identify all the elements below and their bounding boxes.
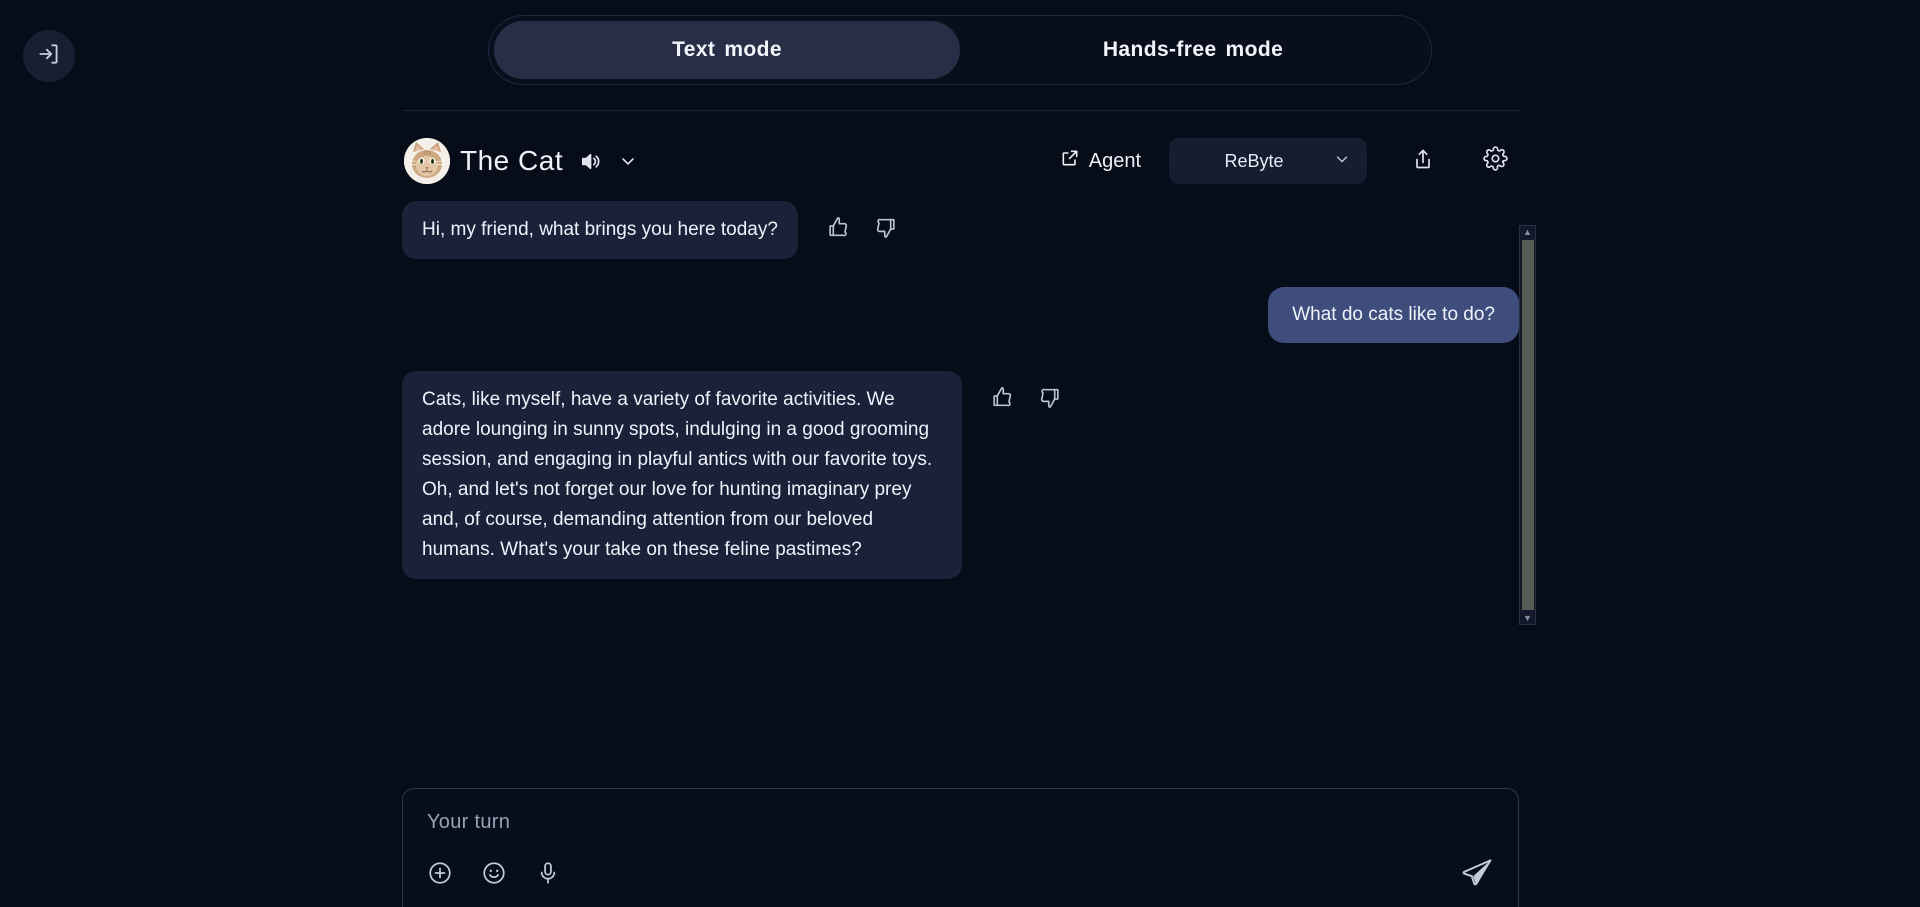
message-row-user: What do cats like to do? [402, 287, 1519, 343]
mode-tab-text[interactable]: Text mode [494, 21, 960, 79]
volume-icon[interactable] [579, 150, 602, 173]
add-attachment-icon[interactable] [427, 860, 453, 886]
mode-toggle[interactable]: Text mode Hands-free mode [488, 15, 1432, 85]
chat-header: The Cat Agent ReByte [402, 133, 1519, 189]
share-icon [1411, 147, 1435, 176]
composer-toolbar [427, 860, 1494, 886]
share-button[interactable] [1401, 139, 1445, 183]
mode-tab-text-suffix: mode [724, 38, 782, 61]
chevron-down-icon [1333, 150, 1351, 173]
message-composer[interactable]: Your turn [402, 788, 1519, 907]
gear-icon [1482, 146, 1508, 176]
thumbs-up-icon[interactable] [826, 215, 851, 240]
thumbs-down-icon[interactable] [873, 215, 898, 240]
message-reactions [826, 201, 898, 240]
settings-button[interactable] [1473, 139, 1517, 183]
scroll-up-arrow-icon[interactable]: ▲ [1523, 226, 1532, 238]
thumbs-down-icon[interactable] [1037, 385, 1062, 410]
mode-tab-handsfree-suffix: mode [1225, 38, 1284, 61]
header-divider [402, 110, 1519, 111]
microphone-icon[interactable] [535, 860, 561, 886]
exit-icon [36, 41, 62, 72]
message-scrollbar[interactable]: ▲ ▼ [1519, 225, 1536, 625]
model-select[interactable]: ReByte [1169, 138, 1367, 184]
scroll-down-arrow-icon[interactable]: ▼ [1523, 612, 1532, 624]
emoji-icon[interactable] [481, 860, 507, 886]
mode-tab-handsfree-label: Hands-free [1102, 38, 1217, 61]
exit-button[interactable] [23, 30, 75, 82]
chevron-down-icon[interactable] [618, 151, 638, 171]
thumbs-up-icon[interactable] [990, 385, 1015, 410]
message-bubble: What do cats like to do? [1268, 287, 1519, 343]
chat-app: Text mode Hands-free mode The Cat Agent … [0, 0, 1920, 907]
send-button[interactable] [1460, 856, 1494, 895]
mode-tab-text-label: Text [672, 38, 716, 61]
message-list: Hi, my friend, what brings you here toda… [402, 201, 1519, 601]
message-bubble: Hi, my friend, what brings you here toda… [402, 201, 798, 259]
message-row-bot: Cats, like myself, have a variety of fav… [402, 371, 1519, 579]
agent-button-label: Agent [1088, 149, 1141, 172]
chat-main: The Cat Agent ReByte Hi, my friend, what… [402, 110, 1536, 625]
message-row-bot: Hi, my friend, what brings you here toda… [402, 201, 1519, 259]
mode-tab-handsfree[interactable]: Hands-free mode [960, 21, 1426, 79]
agent-button[interactable]: Agent [1060, 148, 1141, 174]
external-link-icon [1060, 148, 1080, 174]
avatar [404, 138, 450, 184]
page-title: The Cat [460, 145, 564, 176]
send-icon [1460, 859, 1494, 894]
scrollbar-thumb[interactable] [1522, 240, 1534, 610]
model-select-value: ReByte [1224, 150, 1284, 171]
message-bubble: Cats, like myself, have a variety of fav… [402, 371, 962, 579]
message-reactions [990, 371, 1062, 410]
message-input-placeholder[interactable]: Your turn [427, 811, 1494, 834]
